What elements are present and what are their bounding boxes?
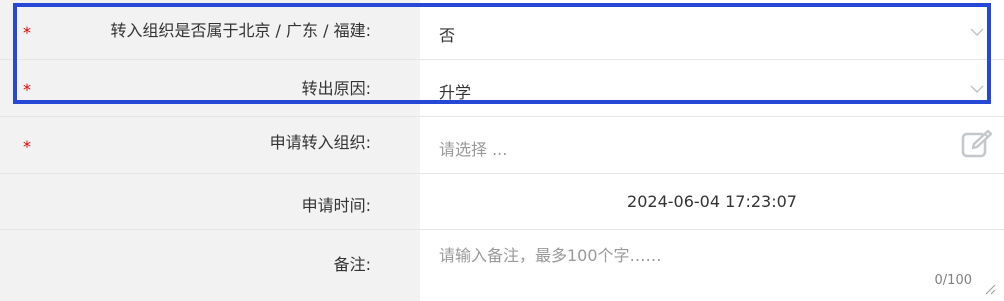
- field-label-apply-time: 申请时间:: [301, 196, 371, 215]
- form-row-apply-time: 申请时间: 2024-06-04 17:23:07: [0, 174, 1004, 230]
- field-label-target-org: 申请转入组织:: [269, 133, 371, 152]
- required-mark: *: [23, 137, 31, 156]
- textarea-placeholder: 请输入备注，最多100个字……: [439, 246, 662, 265]
- label-cell: * 转入组织是否属于北京 / 广东 / 福建:: [0, 0, 420, 60]
- char-counter: 0/100: [934, 273, 972, 288]
- chevron-down-icon[interactable]: [970, 84, 984, 94]
- form-row-transfer-reason: * 转出原因: 升学: [0, 60, 1004, 117]
- resize-handle-icon[interactable]: [984, 283, 996, 295]
- label-cell: * 申请转入组织:: [0, 117, 420, 174]
- field-label-region-check: 转入组织是否属于北京 / 广东 / 福建:: [110, 21, 371, 40]
- label-cell: 备注:: [0, 230, 420, 301]
- edit-icon[interactable]: [960, 129, 994, 159]
- chevron-down-icon[interactable]: [970, 27, 984, 37]
- required-mark: *: [23, 23, 31, 42]
- transfer-reason-select[interactable]: 升学: [420, 60, 1004, 117]
- picker-placeholder: 请选择 ...: [439, 140, 508, 159]
- remark-textarea[interactable]: 请输入备注，最多100个字…… 0/100: [420, 230, 1004, 301]
- apply-time-value-cell: 2024-06-04 17:23:07: [420, 174, 1004, 230]
- label-cell: * 转出原因:: [0, 60, 420, 117]
- select-value: 否: [439, 26, 456, 45]
- apply-time-value: 2024-06-04 17:23:07: [627, 192, 797, 211]
- required-mark: *: [23, 80, 31, 99]
- field-label-remark: 备注:: [333, 255, 371, 274]
- form-row-region-check: * 转入组织是否属于北京 / 广东 / 福建: 否: [0, 0, 1004, 60]
- field-label-transfer-reason: 转出原因:: [301, 79, 371, 98]
- target-org-picker[interactable]: 请选择 ...: [420, 117, 1004, 174]
- form-row-target-org: * 申请转入组织: 请选择 ...: [0, 117, 1004, 174]
- label-cell: 申请时间:: [0, 174, 420, 230]
- form-row-remark: 备注: 请输入备注，最多100个字…… 0/100: [0, 230, 1004, 301]
- region-check-select[interactable]: 否: [420, 0, 1004, 60]
- select-value: 升学: [439, 83, 472, 102]
